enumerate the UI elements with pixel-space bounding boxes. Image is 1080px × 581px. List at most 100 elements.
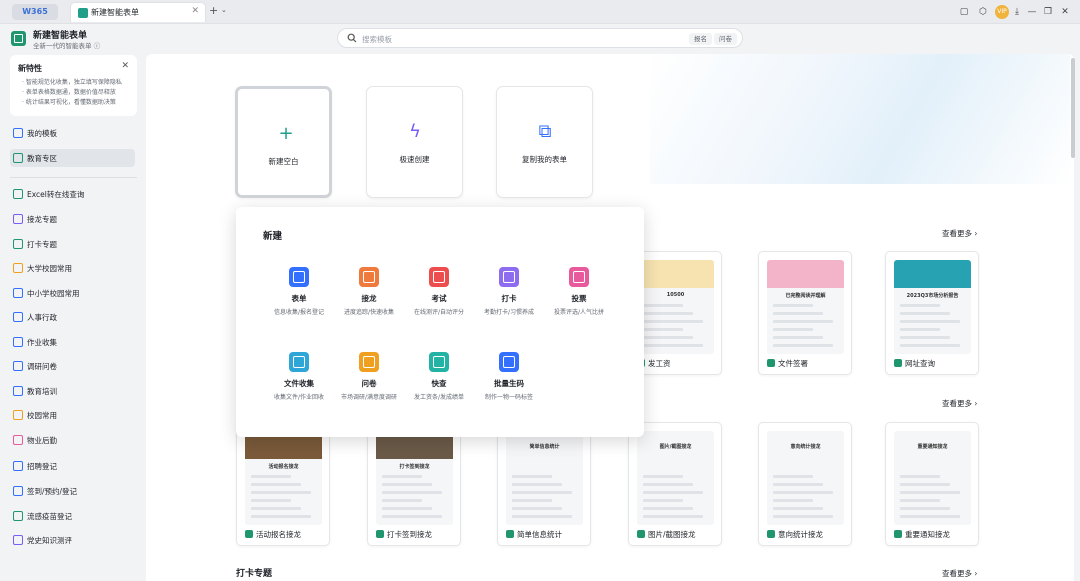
preview-title: 意向统计接龙 <box>790 444 821 450</box>
form-app-icon <box>78 8 88 18</box>
template-card[interactable]: 2023Q3市场分析报告 网址查询 <box>885 251 979 375</box>
sidebar-item[interactable]: 教育专区 <box>10 149 135 167</box>
sidebar-item[interactable]: 大学校园常用 <box>10 259 135 277</box>
sidebar-item[interactable]: 中小学校园常用 <box>10 284 135 302</box>
preview-line <box>773 336 823 339</box>
sidebar-item-label: 我的模板 <box>27 129 57 138</box>
search-input[interactable]: 搜索模板 <box>362 34 392 45</box>
preview-line <box>251 475 291 478</box>
close-window-icon[interactable]: ✕ <box>1058 5 1072 19</box>
template-card[interactable]: 意向统计接龙 意向统计接龙 <box>758 422 852 546</box>
sidebar-item-label: Excel转在线查询 <box>27 190 85 199</box>
preview-line <box>251 491 311 494</box>
sidebar-item[interactable]: 党史知识测评 <box>10 531 135 549</box>
app-logo[interactable]: W365 <box>12 4 58 20</box>
popup-item-desc: 市场调研/满意度调研 <box>340 394 398 401</box>
popup-item-desc: 收集文件/作业回收 <box>273 394 325 401</box>
preview-line <box>773 483 823 486</box>
popup-item[interactable]: 打卡 考勤打卡/习惯养成 <box>474 267 544 316</box>
template-preview: 图片/截图接龙 <box>637 431 714 525</box>
sidebar-item[interactable]: 接龙专题 <box>10 210 135 228</box>
avatar[interactable]: VIP <box>995 5 1009 19</box>
template-card[interactable]: 活动报名接龙 活动报名接龙 <box>236 422 330 546</box>
template-preview: 10500 <box>637 260 714 354</box>
sidebar-item-icon <box>13 288 23 298</box>
smart-form-icon <box>11 31 26 46</box>
popup-item-label: 投票 <box>571 294 587 303</box>
preview-line <box>643 483 693 486</box>
popup-item[interactable]: 快查 发工资条/发成绩单 <box>404 352 474 401</box>
tab-new-form[interactable]: 新建智能表单 ✕ <box>70 2 206 22</box>
popup-item[interactable]: 考试 在线测评/自动评分 <box>404 267 474 316</box>
preview-line <box>382 499 422 502</box>
template-card[interactable]: 重要通知接龙 重要通知接龙 <box>885 422 979 546</box>
search-tag-survey[interactable]: 问卷 <box>714 33 737 45</box>
sidebar-item[interactable]: 校园常用 <box>10 406 135 424</box>
preview-line <box>773 515 833 518</box>
template-card[interactable]: 简单信息统计 简单信息统计 <box>497 422 591 546</box>
page-subtitle: 全新一代的智能表单 ⓘ <box>33 42 101 50</box>
close-icon[interactable]: ✕ <box>121 61 129 71</box>
preview-line <box>643 320 703 323</box>
preview-line <box>382 491 442 494</box>
quick-create-card[interactable]: ϟ 极速创建 <box>366 86 463 198</box>
box-icon[interactable]: ⬡ <box>976 5 990 19</box>
download-icon[interactable]: ⤓ <box>1010 5 1024 19</box>
scrollbar[interactable] <box>1071 58 1075 158</box>
template-card[interactable]: 打卡签到接龙 打卡签到接龙 <box>367 422 461 546</box>
sidebar-item[interactable]: 人事行政 <box>10 308 135 326</box>
sidebar-item[interactable]: 打卡专题 <box>10 235 135 253</box>
preview-line <box>251 507 301 510</box>
sidebar-item-label: 教育培训 <box>27 387 57 396</box>
popup-item[interactable]: 文件收集 收集文件/作业回收 <box>264 352 334 401</box>
popup-item[interactable]: 批量生码 制作一物一码标签 <box>474 352 544 401</box>
preview-line <box>643 475 683 478</box>
popup-item-desc: 信息收集/报名登记 <box>273 309 325 316</box>
window-mode-icon[interactable]: ▢ <box>957 5 971 19</box>
sidebar-item[interactable]: 教育培训 <box>10 382 135 400</box>
preview-line <box>900 491 960 494</box>
sidebar-item-icon <box>13 312 23 322</box>
sidebar-item-icon <box>13 263 23 273</box>
popup-item-desc: 在线测评/自动评分 <box>413 309 465 316</box>
new-tab-button[interactable]: + <box>209 4 218 17</box>
popup-item[interactable]: 投票 投票评选/人气比拼 <box>544 267 614 316</box>
sidebar-item[interactable]: Excel转在线查询 <box>10 185 135 203</box>
popup-item[interactable]: 问卷 市场调研/满意度调研 <box>334 352 404 401</box>
see-more-link[interactable]: 查看更多 › <box>942 398 977 409</box>
sidebar-item[interactable]: 招聘登记 <box>10 457 135 475</box>
tab-close-icon[interactable]: ✕ <box>191 6 199 16</box>
sidebar-item-label: 中小学校园常用 <box>27 289 80 298</box>
popup-item[interactable]: 接龙 进度追踪/快速收集 <box>334 267 404 316</box>
tab-list-dropdown-icon[interactable]: ⌄ <box>221 6 227 14</box>
sidebar-item[interactable]: 流感疫苗登记 <box>10 507 135 525</box>
quick-create-label: 极速创建 <box>399 155 430 164</box>
template-card[interactable]: 已完整阅读并理解 文件签署 <box>758 251 852 375</box>
restore-icon[interactable]: ❐ <box>1041 5 1055 19</box>
sidebar-item-icon <box>13 189 23 199</box>
template-card[interactable]: 图片/截图接龙 图片/截图接龙 <box>628 422 722 546</box>
sidebar-item-icon <box>13 435 23 445</box>
search-tag-signup[interactable]: 报名 <box>689 33 712 45</box>
sidebar-item[interactable]: 我的模板 <box>10 124 135 142</box>
preview-line <box>382 515 442 518</box>
preview-title: 10500 <box>666 292 685 298</box>
sidebar-item[interactable]: 作业收集 <box>10 333 135 351</box>
sidebar-item-icon <box>13 386 23 396</box>
popup-item[interactable]: 表单信息收集/报名登记 <box>264 267 334 316</box>
preview-line <box>773 475 813 478</box>
popup-item-label: 表单 <box>291 294 307 303</box>
preview-line <box>643 344 703 347</box>
copy-icon: ⧉ <box>538 121 552 142</box>
sidebar-item[interactable]: 调研问卷 <box>10 357 135 375</box>
see-more-link[interactable]: 查看更多 › <box>942 568 977 579</box>
minimize-icon[interactable]: — <box>1025 5 1039 19</box>
search-bar[interactable]: 搜索模板 报名 问卷 <box>337 28 743 48</box>
copy-form-card[interactable]: ⧉ 复制我的表单 <box>496 86 593 198</box>
sidebar-item[interactable]: 物业后勤 <box>10 431 135 449</box>
create-blank-card[interactable]: + 新建空白 <box>235 86 332 198</box>
preview-title: 已完整阅读并理解 <box>785 293 826 299</box>
see-more-link[interactable]: 查看更多 › <box>942 228 977 239</box>
preview-line <box>643 515 703 518</box>
sidebar-item[interactable]: 签到/预约/登记 <box>10 482 135 500</box>
